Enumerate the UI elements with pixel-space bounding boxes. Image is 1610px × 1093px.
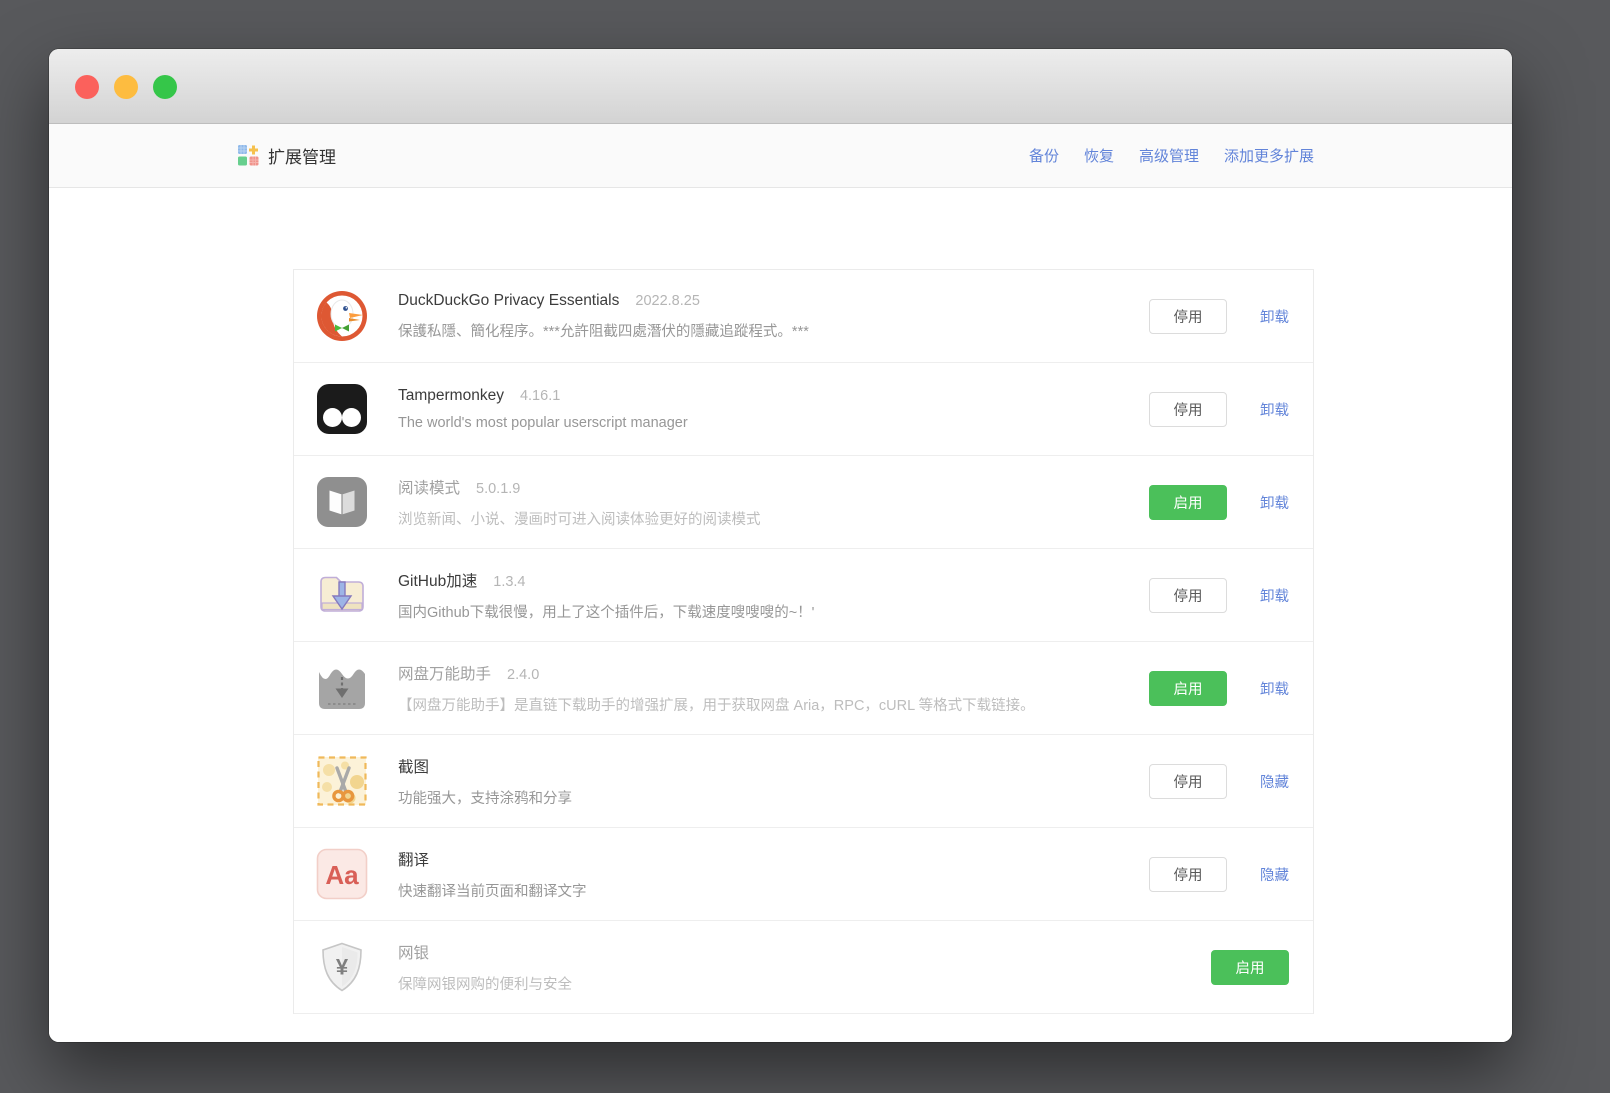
- enable-extension-button[interactable]: 启用: [1149, 485, 1227, 520]
- extension-version: 2.4.0: [507, 667, 539, 683]
- netdisk-helper-icon: [316, 662, 368, 714]
- extension-row: Tampermonkey 4.16.1 The world's most pop…: [294, 363, 1313, 456]
- zoom-window-button[interactable]: [153, 75, 177, 99]
- screenshot-icon: [316, 755, 368, 807]
- disable-extension-button[interactable]: 停用: [1149, 392, 1227, 427]
- extension-row: Aa 翻译 快速翻译当前页面和翻译文字 停用 隐藏: [294, 828, 1313, 921]
- uninstall-extension-link[interactable]: 卸载: [1260, 585, 1289, 606]
- extension-description: 浏览新闻、小说、漫画时可进入阅读体验更好的阅读模式: [398, 508, 1149, 529]
- nav-backup-link[interactable]: 备份: [1029, 145, 1059, 166]
- uninstall-extension-link[interactable]: 卸载: [1260, 678, 1289, 699]
- extension-name: 翻译: [398, 848, 429, 870]
- extensions-logo-icon: [238, 145, 259, 166]
- extension-description: The world's most popular userscript mana…: [398, 415, 1149, 431]
- extension-row: 网盘万能助手 2.4.0 【网盘万能助手】是直链下载助手的增强扩展，用于获取网盘…: [294, 642, 1313, 735]
- extension-name: Tampermonkey: [398, 387, 504, 405]
- extension-version: 5.0.1.9: [476, 481, 520, 497]
- main-content: DuckDuckGo Privacy Essentials 2022.8.25 …: [49, 269, 1512, 1042]
- nav-restore-link[interactable]: 恢复: [1084, 145, 1114, 166]
- extension-row: 阅读模式 5.0.1.9 浏览新闻、小说、漫画时可进入阅读体验更好的阅读模式 启…: [294, 456, 1313, 549]
- duckduckgo-icon: [316, 290, 368, 342]
- translate-icon: Aa: [316, 848, 368, 900]
- uninstall-extension-link[interactable]: 卸载: [1260, 399, 1289, 420]
- extension-name: 截图: [398, 755, 429, 777]
- github-accelerate-icon: [316, 569, 368, 621]
- disable-extension-button[interactable]: 停用: [1149, 578, 1227, 613]
- tampermonkey-icon: [316, 383, 368, 435]
- reading-mode-icon: [316, 476, 368, 528]
- disable-extension-button[interactable]: 停用: [1149, 764, 1227, 799]
- extension-description: 【网盘万能助手】是直链下载助手的增强扩展，用于获取网盘 Aria，RPC，cUR…: [398, 694, 1149, 715]
- extension-version: 2022.8.25: [635, 293, 700, 309]
- extension-name: GitHub加速: [398, 569, 477, 591]
- svg-text:Aa: Aa: [325, 860, 359, 890]
- extension-version: 1.3.4: [493, 574, 525, 590]
- close-window-button[interactable]: [75, 75, 99, 99]
- svg-text:¥: ¥: [336, 955, 349, 980]
- extension-row: 截图 功能强大，支持涂鸦和分享 停用 隐藏: [294, 735, 1313, 828]
- extension-description: 快速翻译当前页面和翻译文字: [398, 880, 1149, 901]
- extension-name: 网银: [398, 941, 429, 963]
- extension-row: ¥ 网银 保障网银网购的便利与安全 启用: [294, 921, 1313, 1014]
- enable-extension-button[interactable]: 启用: [1149, 671, 1227, 706]
- uninstall-extension-link[interactable]: 卸载: [1260, 492, 1289, 513]
- page-title-text: 扩展管理: [268, 143, 336, 168]
- disable-extension-button[interactable]: 停用: [1149, 299, 1227, 334]
- header-nav: 备份 恢复 高级管理 添加更多扩展: [1029, 145, 1314, 166]
- window-titlebar: [49, 49, 1512, 124]
- extension-list: DuckDuckGo Privacy Essentials 2022.8.25 …: [293, 269, 1314, 1014]
- extension-description: 保護私隱、簡化程序。***允許阻截四處潛伏的隱藏追蹤程式。***: [398, 320, 1149, 341]
- enable-extension-button[interactable]: 启用: [1211, 950, 1289, 985]
- minimize-window-button[interactable]: [114, 75, 138, 99]
- extension-row: DuckDuckGo Privacy Essentials 2022.8.25 …: [294, 270, 1313, 363]
- nav-advanced-manage-link[interactable]: 高级管理: [1139, 145, 1199, 166]
- uninstall-extension-link[interactable]: 卸载: [1260, 306, 1289, 327]
- extension-name: DuckDuckGo Privacy Essentials: [398, 292, 619, 310]
- extension-description: 国内Github下载很慢，用上了这个插件后，下载速度嗖嗖嗖的~！': [398, 601, 1149, 622]
- extension-row: GitHub加速 1.3.4 国内Github下载很慢，用上了这个插件后，下载速…: [294, 549, 1313, 642]
- extension-description: 功能强大，支持涂鸦和分享: [398, 787, 1149, 808]
- extension-version: 4.16.1: [520, 388, 560, 404]
- hide-extension-link[interactable]: 隐藏: [1260, 771, 1289, 792]
- bank-shield-icon: ¥: [316, 941, 368, 993]
- extension-manager-window: 扩展管理 备份 恢复 高级管理 添加更多扩展 DuckDuckGo Privac…: [49, 49, 1512, 1042]
- extension-name: 网盘万能助手: [398, 662, 491, 684]
- traffic-lights: [75, 75, 177, 99]
- extension-name: 阅读模式: [398, 476, 460, 498]
- hide-extension-link[interactable]: 隐藏: [1260, 864, 1289, 885]
- disable-extension-button[interactable]: 停用: [1149, 857, 1227, 892]
- nav-add-more-extensions-link[interactable]: 添加更多扩展: [1224, 145, 1314, 166]
- page-title: 扩展管理: [238, 143, 336, 168]
- app-header: 扩展管理 备份 恢复 高级管理 添加更多扩展: [49, 124, 1512, 188]
- extension-description: 保障网银网购的便利与安全: [398, 973, 1211, 994]
